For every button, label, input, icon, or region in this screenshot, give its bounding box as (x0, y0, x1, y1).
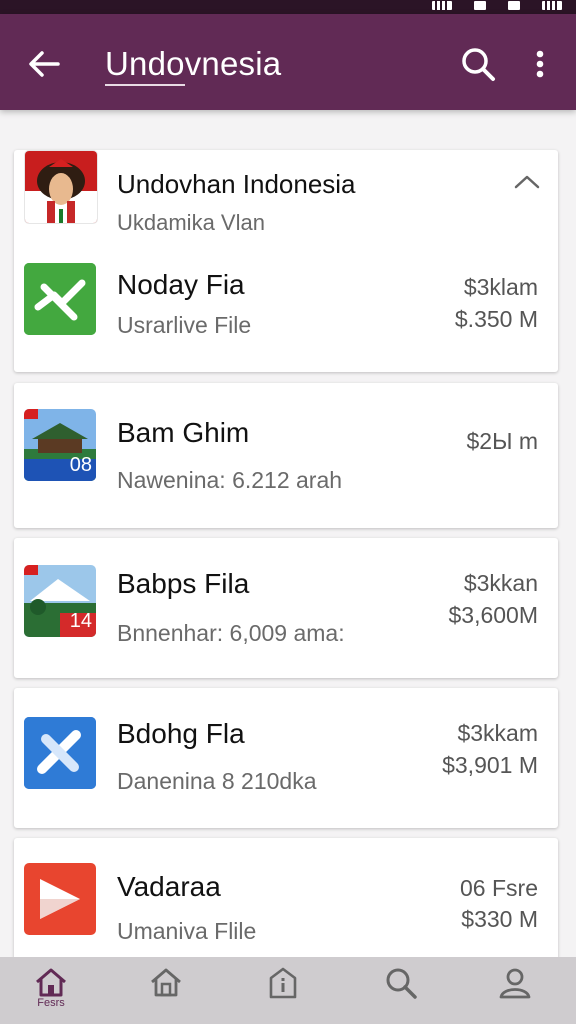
item-price-top: $3kkam (457, 720, 538, 746)
list-item[interactable]: Bdohg Fla Danenina 8 210dka $3kkam $3,90… (14, 715, 558, 805)
green-app-icon (24, 263, 96, 335)
house-icon (151, 968, 181, 997)
profile-icon (499, 968, 531, 999)
app-bar: Undovnesia (0, 14, 576, 110)
item-price-top: $3klam (463, 274, 538, 300)
item-price-bottom: $330 M (461, 906, 538, 932)
home-icon (36, 968, 66, 997)
nav-home[interactable]: Fesrs (16, 957, 86, 1024)
item-title: Vadaraa (117, 871, 221, 902)
nav-info-house[interactable] (248, 957, 318, 1024)
nav-search[interactable] (366, 957, 436, 1024)
item-subtitle: Danenina 8 210dka (117, 768, 317, 794)
list-item[interactable]: Noday Fia Usrarlive File $3klam $.350 M (14, 263, 558, 353)
status-icons (432, 1, 562, 10)
item-title: Noday Fia (117, 269, 245, 300)
item-price-top: $2Ы m (466, 428, 539, 454)
page-title: Undovnesia (105, 45, 282, 82)
item-price-bottom: $3,901 M (442, 752, 538, 778)
status-bar (0, 0, 576, 14)
bottom-nav: Fesrs (0, 957, 576, 1024)
list-header-row[interactable]: Undovhan Indonesia Ukdamika Vlan (14, 150, 558, 240)
item-subtitle: Nawenina: 6.212 arah (117, 467, 343, 493)
list-item[interactable]: Vadaraa Umaniva Flile 06 Fsre $330 M (14, 861, 558, 951)
nav-profile[interactable] (480, 957, 550, 1024)
item-title: Babps Fila (117, 568, 250, 599)
item-subtitle: Bnnenhar: 6,009 ama: (117, 620, 345, 646)
info-house-icon (269, 967, 297, 999)
item-price-bottom: $3,600M (448, 602, 538, 628)
avatar (24, 150, 98, 224)
red-play-app-icon (24, 863, 96, 935)
item-subtitle: Usrarlive File (117, 312, 252, 338)
arrow-left-icon[interactable] (24, 44, 64, 84)
search-icon[interactable] (458, 44, 498, 84)
list-header-subtitle: Ukdamika Vlan (117, 210, 265, 235)
clock-icon (542, 1, 562, 10)
list-item[interactable]: 14 Babps Fila Bnnenhar: 6,009 ama: $3kka… (14, 563, 558, 653)
title-underline (105, 84, 185, 86)
list-item[interactable]: 08 Bam Ghim Nawenina: 6.212 arah $2Ы m (14, 407, 558, 497)
pavilion-photo: 08 (24, 409, 96, 481)
list-card: 14 Babps Fila Bnnenhar: 6,009 ama: $3kka… (14, 538, 558, 678)
item-price-top: 06 Fsre (460, 875, 538, 901)
more-vert-icon[interactable] (526, 44, 554, 84)
thumb-badge: 08 (69, 454, 92, 476)
wifi-icon (474, 1, 486, 10)
list-card: Vadaraa Umaniva Flile 06 Fsre $330 M (14, 838, 558, 973)
list-card: Bdohg Fla Danenina 8 210dka $3kkam $3,90… (14, 688, 558, 828)
list-card: Undovhan Indonesia Ukdamika Vlan Noday F… (14, 150, 558, 372)
battery-icon (508, 1, 520, 10)
list-card: 08 Bam Ghim Nawenina: 6.212 arah $2Ы m (14, 383, 558, 528)
item-subtitle: Umaniva Flile (117, 918, 257, 944)
thumb-badge: 14 (69, 610, 92, 632)
search-icon (386, 968, 417, 999)
item-title: Bdohg Fla (117, 718, 245, 749)
signal-icon (432, 1, 452, 10)
list-header-title: Undovhan Indonesia (117, 169, 356, 199)
tent-photo: 14 (24, 565, 96, 637)
item-title: Bam Ghim (117, 417, 250, 448)
item-price-bottom: $.350 M (454, 306, 538, 332)
item-price-top: $3kkan (463, 570, 538, 596)
nav-label: Fesrs (37, 997, 65, 1009)
chevron-up-icon[interactable] (512, 172, 542, 192)
nav-house[interactable] (131, 957, 201, 1024)
blue-x-app-icon (24, 717, 96, 789)
